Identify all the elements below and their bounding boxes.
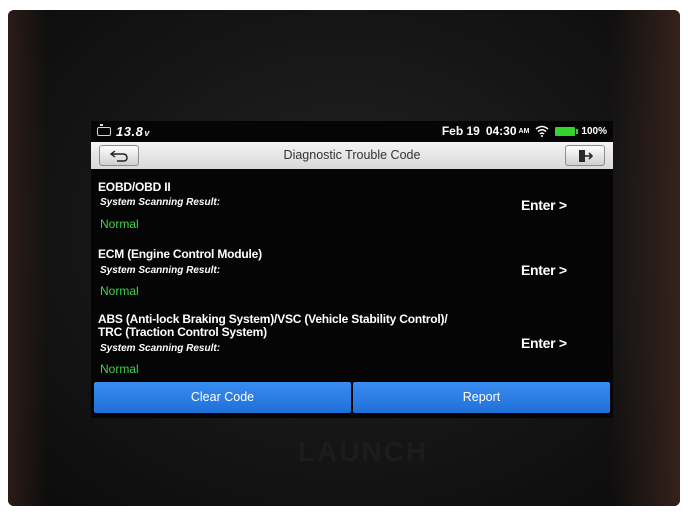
device-left-edge [8,10,48,506]
enter-button[interactable]: Enter > [521,197,567,213]
voltage-unit: v [144,128,150,138]
back-button[interactable] [99,145,139,166]
voltage-value: 13.8 [116,124,144,139]
report-button[interactable]: Report [353,382,610,413]
scan-result-label: System Scanning Result: [100,343,221,354]
enter-button[interactable]: Enter > [521,335,567,351]
device-brand-logo: LAUNCH [298,436,429,467]
system-name: ECM (Engine Control Module) [98,247,262,261]
list-item-eobd[interactable]: EOBD/OBD II System Scanning Result: Norm… [91,179,613,239]
battery-icon [555,126,579,136]
exit-icon [579,149,593,162]
back-arrow-icon [109,149,128,162]
exit-button[interactable] [565,145,605,166]
title-bar: Diagnostic Trouble Code [91,142,613,169]
page-title: Diagnostic Trouble Code [283,148,421,162]
screen: 13.8v Feb 19 04:30 AM 100% Diagnostic Tr… [91,121,613,418]
status-bar: 13.8v Feb 19 04:30 AM 100% [91,121,613,141]
date: Feb 19 [441,124,480,138]
scan-result-status: Normal [100,362,139,376]
clear-code-button[interactable]: Clear Code [94,382,351,413]
status-left: 13.8v [97,124,150,139]
voltage-readout: 13.8v [116,124,150,139]
scan-result-label: System Scanning Result: [100,197,221,208]
scan-result-status: Normal [100,284,139,298]
list-item-ecm[interactable]: ECM (Engine Control Module) System Scann… [91,244,613,304]
system-name-line-2: TRC (Traction Control System) [98,325,267,339]
footer-toolbar: Clear Code Report [94,382,610,413]
wifi-icon [535,125,549,137]
time: 04:30 [485,124,517,138]
scan-result-label: System Scanning Result: [100,265,221,276]
list-item-abs[interactable]: ABS (Anti-lock Braking System)/VSC (Vehi… [91,311,613,379]
status-right: Feb 19 04:30 AM 100% [442,124,607,138]
device-right-edge [610,10,680,506]
battery-percent: 100% [581,125,607,137]
scan-result-status: Normal [100,217,139,231]
ampm: AM [518,127,530,135]
enter-button[interactable]: Enter > [521,262,567,278]
photo-frame: LAUNCH 13.8v Feb 19 04:30 AM 100% Diagno… [0,0,688,514]
system-name: EOBD/OBD II [98,180,171,194]
battery-car-icon [97,124,111,136]
